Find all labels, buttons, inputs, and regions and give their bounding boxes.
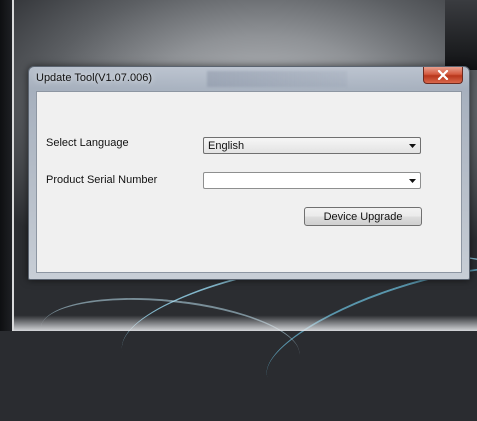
chevron-down-icon bbox=[409, 179, 416, 183]
serial-number-combo[interactable] bbox=[203, 172, 421, 189]
background-footer bbox=[14, 305, 477, 331]
update-tool-dialog: Update Tool(V1.07.006) Select Language E… bbox=[28, 66, 470, 280]
background-corner bbox=[445, 0, 477, 70]
dialog-title: Update Tool(V1.07.006) bbox=[36, 72, 152, 84]
language-select[interactable]: English bbox=[203, 137, 421, 154]
close-button[interactable] bbox=[423, 67, 463, 84]
close-icon bbox=[437, 70, 449, 80]
dialog-content: Select Language English Product Serial N… bbox=[36, 91, 462, 273]
background-edge bbox=[0, 0, 12, 331]
title-bar-background-text bbox=[207, 71, 347, 87]
background-edge bbox=[12, 0, 14, 331]
title-bar[interactable]: Update Tool(V1.07.006) bbox=[29, 67, 469, 89]
device-upgrade-button[interactable]: Device Upgrade bbox=[304, 207, 422, 226]
language-value: English bbox=[208, 140, 245, 152]
chevron-down-icon bbox=[409, 144, 416, 148]
serial-number-label: Product Serial Number bbox=[46, 174, 158, 186]
select-language-label: Select Language bbox=[46, 137, 129, 149]
